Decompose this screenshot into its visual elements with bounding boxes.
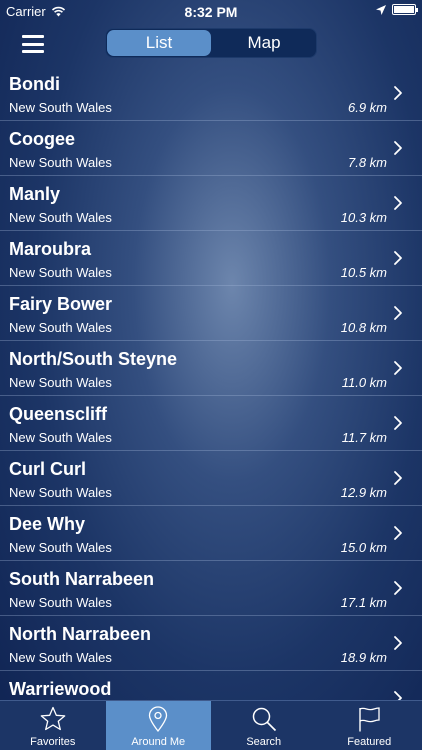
status-bar: Carrier 8:32 PM: [0, 0, 422, 22]
tab-search[interactable]: Search: [211, 701, 317, 750]
beach-region: New South Wales: [9, 155, 112, 170]
beach-distance: 10.3 km: [340, 210, 387, 225]
beach-name: Manly: [9, 184, 61, 204]
beach-region: New South Wales: [9, 595, 112, 610]
beach-name: Curl Curl: [9, 459, 87, 479]
beach-row[interactable]: North/South Steyne New South Wales 11.0 km: [0, 341, 422, 396]
beach-row[interactable]: Dee Why New South Wales 15.0 km: [0, 506, 422, 561]
search-icon: [252, 707, 276, 732]
beach-distance: 11.7 km: [341, 430, 387, 445]
beach-region: New South Wales: [9, 375, 112, 390]
beach-distance: 10.8 km: [340, 320, 387, 335]
beach-name: Bondi: [9, 74, 60, 94]
chevron-right-icon: [394, 196, 402, 210]
tab-bar: Favorites Around Me Search Featured: [0, 700, 422, 750]
view-segmented-control: List Map: [105, 28, 317, 58]
chevron-right-icon: [394, 251, 402, 265]
beach-row[interactable]: Warriewood: [0, 671, 422, 700]
beach-region: New South Wales: [9, 485, 112, 500]
chevron-right-icon: [394, 306, 402, 320]
beach-region: New South Wales: [9, 650, 112, 665]
chevron-right-icon: [394, 471, 402, 485]
chevron-right-icon: [394, 141, 402, 155]
tab-label: Around Me: [131, 736, 186, 748]
beach-distance: 11.0 km: [341, 375, 387, 390]
segment-list[interactable]: List: [107, 30, 211, 56]
beach-name: Warriewood: [9, 679, 112, 699]
beach-distance: 17.1 km: [340, 595, 387, 610]
nav-bar: List Map: [0, 22, 422, 66]
status-time: 8:32 PM: [184, 4, 238, 20]
beach-distance: 18.9 km: [340, 650, 387, 665]
status-right: [376, 4, 418, 15]
beach-region: New South Wales: [9, 540, 112, 555]
beach-row[interactable]: Fairy Bower New South Wales 10.8 km: [0, 286, 422, 341]
tab-label: Featured: [347, 736, 392, 748]
beach-name: Dee Why: [9, 514, 86, 534]
beach-row[interactable]: Queenscliff New South Wales 11.7 km: [0, 396, 422, 451]
beach-row[interactable]: South Narrabeen New South Wales 17.1 km: [0, 561, 422, 616]
menu-icon[interactable]: [22, 35, 44, 53]
chevron-right-icon: [394, 636, 402, 650]
tab-featured[interactable]: Featured: [317, 701, 422, 750]
beach-distance: 12.9 km: [340, 485, 387, 500]
tab-label: Search: [246, 736, 282, 748]
flag-icon: [359, 707, 380, 732]
location-pin-icon: [149, 706, 168, 733]
chevron-right-icon: [394, 416, 402, 430]
location-arrow-icon: [376, 4, 386, 15]
chevron-right-icon: [394, 581, 402, 595]
beach-row[interactable]: Maroubra New South Wales 10.5 km: [0, 231, 422, 286]
beach-region: New South Wales: [9, 320, 112, 335]
chevron-right-icon: [394, 86, 402, 100]
beach-name: South Narrabeen: [9, 569, 155, 589]
beach-row[interactable]: North Narrabeen New South Wales 18.9 km: [0, 616, 422, 671]
beach-region: New South Wales: [9, 100, 112, 115]
beach-row[interactable]: Bondi New South Wales 6.9 km: [0, 66, 422, 121]
battery-icon: [392, 4, 418, 15]
star-icon: [40, 706, 66, 731]
tab-favorites[interactable]: Favorites: [0, 701, 106, 750]
chevron-right-icon: [394, 361, 402, 375]
beach-distance: 10.5 km: [340, 265, 387, 280]
beach-name: Coogee: [9, 129, 76, 149]
beach-row[interactable]: Manly New South Wales 10.3 km: [0, 176, 422, 231]
beach-row[interactable]: Coogee New South Wales 7.8 km: [0, 121, 422, 176]
beach-name: North Narrabeen: [9, 624, 152, 644]
chevron-right-icon: [394, 526, 402, 540]
beach-distance: 7.8 km: [347, 155, 387, 170]
beach-list: Bondi New South Wales 6.9 km Coogee New Sout…: [0, 66, 422, 700]
beach-distance: 6.9 km: [347, 100, 387, 115]
beach-distance: 15.0 km: [340, 540, 387, 555]
beach-name: Fairy Bower: [9, 294, 113, 314]
chevron-right-icon: [394, 691, 402, 700]
beach-region: New South Wales: [9, 265, 112, 280]
beach-name: Queenscliff: [9, 404, 108, 424]
beach-name: Maroubra: [9, 239, 92, 259]
tab-around-me[interactable]: Around Me: [105, 701, 211, 750]
tab-label: Favorites: [30, 736, 76, 748]
beach-name: North/South Steyne: [9, 349, 178, 369]
beach-region: New South Wales: [9, 430, 112, 445]
beach-row[interactable]: Curl Curl New South Wales 12.9 km: [0, 451, 422, 506]
segment-map[interactable]: Map: [212, 29, 316, 57]
beach-region: New South Wales: [9, 210, 112, 225]
